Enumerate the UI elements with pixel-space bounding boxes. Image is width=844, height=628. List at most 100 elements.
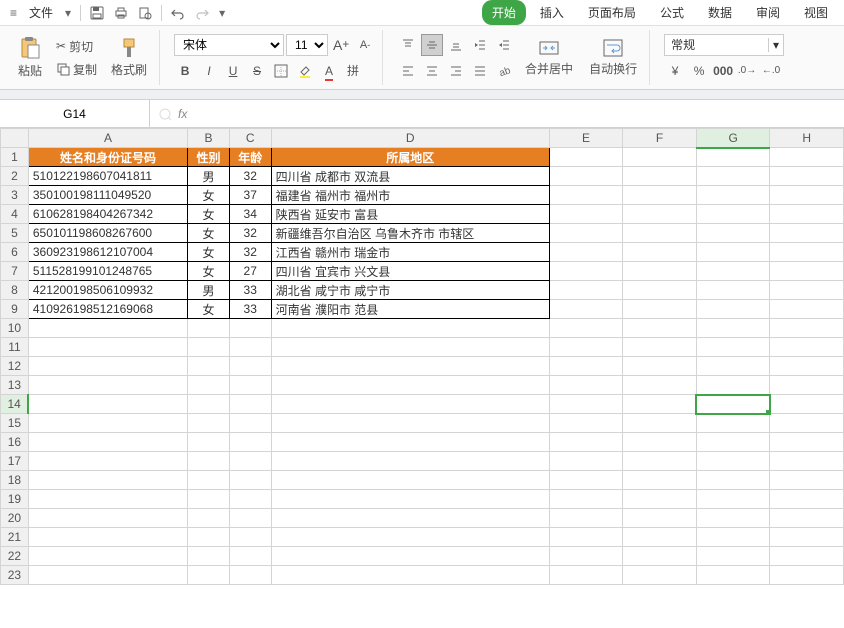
chevron-down-icon[interactable]: ▾ bbox=[61, 3, 75, 23]
cell-H16[interactable] bbox=[770, 433, 844, 452]
cell-E16[interactable] bbox=[549, 433, 623, 452]
cell-E21[interactable] bbox=[549, 528, 623, 547]
cell-F13[interactable] bbox=[623, 376, 697, 395]
print-preview-icon[interactable] bbox=[134, 3, 156, 23]
cell-C6[interactable]: 32 bbox=[229, 243, 271, 262]
cell-C1[interactable]: 年龄 bbox=[229, 148, 271, 167]
cell-B9[interactable]: 女 bbox=[188, 300, 230, 319]
cell-B10[interactable] bbox=[188, 319, 230, 338]
cell-E5[interactable] bbox=[549, 224, 623, 243]
cell-H13[interactable] bbox=[770, 376, 844, 395]
cell-D13[interactable] bbox=[271, 376, 549, 395]
col-header-F[interactable]: F bbox=[623, 129, 697, 148]
row-header-2[interactable]: 2 bbox=[1, 167, 29, 186]
cell-F16[interactable] bbox=[623, 433, 697, 452]
cell-G2[interactable] bbox=[696, 167, 770, 186]
row-header-11[interactable]: 11 bbox=[1, 338, 29, 357]
ribbon-tab-5[interactable]: 审阅 bbox=[746, 0, 790, 25]
col-header-C[interactable]: C bbox=[229, 129, 271, 148]
cell-E17[interactable] bbox=[549, 452, 623, 471]
bold-button[interactable]: B bbox=[174, 60, 196, 82]
cell-F9[interactable] bbox=[623, 300, 697, 319]
col-header-A[interactable]: A bbox=[28, 129, 187, 148]
row-header-10[interactable]: 10 bbox=[1, 319, 29, 338]
cell-D18[interactable] bbox=[271, 471, 549, 490]
cell-F20[interactable] bbox=[623, 509, 697, 528]
cell-B18[interactable] bbox=[188, 471, 230, 490]
print-icon[interactable] bbox=[110, 3, 132, 23]
cell-C19[interactable] bbox=[229, 490, 271, 509]
cell-C2[interactable]: 32 bbox=[229, 167, 271, 186]
cell-E22[interactable] bbox=[549, 547, 623, 566]
cell-G23[interactable] bbox=[696, 566, 770, 585]
cell-D12[interactable] bbox=[271, 357, 549, 376]
cell-F8[interactable] bbox=[623, 281, 697, 300]
cell-G6[interactable] bbox=[696, 243, 770, 262]
cell-C7[interactable]: 27 bbox=[229, 262, 271, 281]
comma-button[interactable]: 000 bbox=[712, 60, 734, 82]
cell-G15[interactable] bbox=[696, 414, 770, 433]
cell-A21[interactable] bbox=[28, 528, 187, 547]
cell-F21[interactable] bbox=[623, 528, 697, 547]
cell-F18[interactable] bbox=[623, 471, 697, 490]
cell-C15[interactable] bbox=[229, 414, 271, 433]
select-all-corner[interactable] bbox=[1, 129, 29, 148]
row-header-20[interactable]: 20 bbox=[1, 509, 29, 528]
cell-H7[interactable] bbox=[770, 262, 844, 281]
cell-A10[interactable] bbox=[28, 319, 187, 338]
cell-G14[interactable] bbox=[696, 395, 770, 414]
cell-E8[interactable] bbox=[549, 281, 623, 300]
cell-C14[interactable] bbox=[229, 395, 271, 414]
justify-icon[interactable] bbox=[469, 60, 491, 82]
cell-C13[interactable] bbox=[229, 376, 271, 395]
align-right-icon[interactable] bbox=[445, 60, 467, 82]
cell-A20[interactable] bbox=[28, 509, 187, 528]
cell-B11[interactable] bbox=[188, 338, 230, 357]
cell-D3[interactable]: 福建省 福州市 福州市 bbox=[271, 186, 549, 205]
align-bottom-icon[interactable] bbox=[445, 34, 467, 56]
row-header-1[interactable]: 1 bbox=[1, 148, 29, 167]
cell-D21[interactable] bbox=[271, 528, 549, 547]
row-header-3[interactable]: 3 bbox=[1, 186, 29, 205]
col-header-B[interactable]: B bbox=[188, 129, 230, 148]
cell-G1[interactable] bbox=[696, 148, 770, 167]
cell-D8[interactable]: 湖北省 咸宁市 咸宁市 bbox=[271, 281, 549, 300]
col-header-G[interactable]: G bbox=[696, 129, 770, 148]
underline-button[interactable]: U bbox=[222, 60, 244, 82]
cell-H23[interactable] bbox=[770, 566, 844, 585]
cell-A9[interactable]: 410926198512169068 bbox=[28, 300, 187, 319]
cell-C22[interactable] bbox=[229, 547, 271, 566]
cell-C23[interactable] bbox=[229, 566, 271, 585]
cell-H19[interactable] bbox=[770, 490, 844, 509]
cell-C3[interactable]: 37 bbox=[229, 186, 271, 205]
cell-D20[interactable] bbox=[271, 509, 549, 528]
cell-A12[interactable] bbox=[28, 357, 187, 376]
cell-E13[interactable] bbox=[549, 376, 623, 395]
cell-B6[interactable]: 女 bbox=[188, 243, 230, 262]
cell-B3[interactable]: 女 bbox=[188, 186, 230, 205]
cell-A16[interactable] bbox=[28, 433, 187, 452]
row-header-16[interactable]: 16 bbox=[1, 433, 29, 452]
cell-E1[interactable] bbox=[549, 148, 623, 167]
cell-D15[interactable] bbox=[271, 414, 549, 433]
cell-E9[interactable] bbox=[549, 300, 623, 319]
cell-C4[interactable]: 34 bbox=[229, 205, 271, 224]
cell-B2[interactable]: 男 bbox=[188, 167, 230, 186]
col-header-H[interactable]: H bbox=[770, 129, 844, 148]
cell-G18[interactable] bbox=[696, 471, 770, 490]
cell-F17[interactable] bbox=[623, 452, 697, 471]
ribbon-tab-1[interactable]: 插入 bbox=[530, 0, 574, 25]
redo-icon[interactable] bbox=[191, 3, 213, 23]
row-header-23[interactable]: 23 bbox=[1, 566, 29, 585]
cell-H12[interactable] bbox=[770, 357, 844, 376]
cell-G11[interactable] bbox=[696, 338, 770, 357]
cell-A11[interactable] bbox=[28, 338, 187, 357]
cell-A2[interactable]: 510122198607041811 bbox=[28, 167, 187, 186]
cell-D16[interactable] bbox=[271, 433, 549, 452]
cell-D5[interactable]: 新疆维吾尔自治区 乌鲁木齐市 市辖区 bbox=[271, 224, 549, 243]
font-size-select[interactable]: 11 bbox=[286, 34, 328, 56]
cell-D4[interactable]: 陕西省 延安市 富县 bbox=[271, 205, 549, 224]
cell-D2[interactable]: 四川省 成都市 双流县 bbox=[271, 167, 549, 186]
cell-A14[interactable] bbox=[28, 395, 187, 414]
increase-indent-icon[interactable] bbox=[493, 34, 515, 56]
